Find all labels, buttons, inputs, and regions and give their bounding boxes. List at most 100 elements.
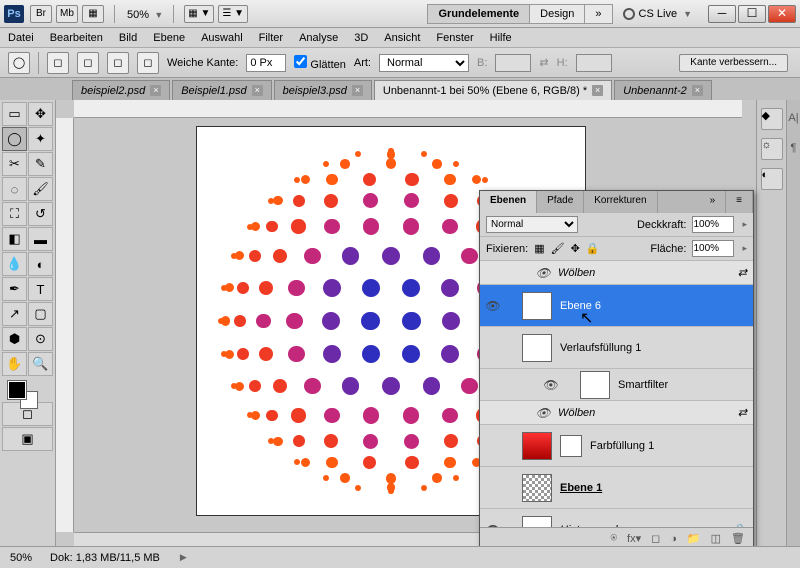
visibility-icon[interactable]: 👁 (486, 299, 500, 313)
panel-icon-layers[interactable]: ◆ (761, 108, 783, 130)
document-tab[interactable]: beispiel3.psd× (274, 80, 372, 100)
paragraph-icon[interactable]: ¶ (791, 142, 797, 154)
tab-corrections[interactable]: Korrekturen (584, 191, 657, 213)
tool-move[interactable]: ✥ (28, 102, 53, 126)
menu-view[interactable]: Ansicht (384, 32, 420, 44)
panel-icon-adjust[interactable]: ☼ (761, 138, 783, 160)
layer-row[interactable]: Farbfüllung 1 (480, 425, 753, 467)
cs-live[interactable]: CS Live▼ (623, 8, 692, 20)
tool-gradient[interactable]: ▬ (28, 227, 53, 251)
color-swatches[interactable] (2, 377, 53, 411)
tool-pen[interactable]: ✒ (2, 277, 27, 301)
menu-edit[interactable]: Bearbeiten (50, 32, 103, 44)
visibility-icon[interactable]: 👁 (536, 266, 550, 280)
tool-zoom[interactable]: 🔍 (28, 352, 53, 376)
lock-all-icon[interactable]: 🔒 (586, 242, 600, 255)
tool-marquee-ellipse[interactable]: ◯ (2, 127, 27, 151)
style-select[interactable]: Normal (379, 54, 469, 72)
layer-row[interactable]: 👁Ebene 6 (480, 285, 753, 327)
filter-toggle-icon[interactable]: ⇄ (738, 406, 747, 419)
fill-input[interactable] (692, 240, 734, 257)
arrange-button[interactable]: ☰ ▼ (218, 5, 248, 23)
mask-icon[interactable]: ◻ (651, 532, 660, 545)
typography-icon[interactable]: A| (788, 112, 798, 124)
tab-layers[interactable]: Ebenen (480, 191, 537, 213)
tool-crop[interactable]: ✂ (2, 152, 27, 176)
tool-marquee-rect[interactable]: ▭ (2, 102, 27, 126)
menu-file[interactable]: Datei (8, 32, 34, 44)
menu-3d[interactable]: 3D (354, 32, 368, 44)
menu-filter[interactable]: Filter (259, 32, 283, 44)
tool-hand[interactable]: ✋ (2, 352, 27, 376)
visibility-icon[interactable] (486, 481, 500, 495)
layer-row[interactable]: 👁Smartfilter (480, 369, 753, 401)
visibility-icon[interactable]: 👁 (536, 406, 550, 420)
document-tab[interactable]: beispiel2.psd× (72, 80, 170, 100)
minibridge-button[interactable]: Mb (56, 5, 78, 23)
fx-icon[interactable]: fx▾ (627, 532, 641, 545)
tab-close-icon[interactable]: × (592, 85, 603, 96)
tool-wand[interactable]: ✦ (28, 127, 53, 151)
document-tab[interactable]: Beispiel1.psd× (172, 80, 271, 100)
tool-eraser[interactable]: ◧ (2, 227, 27, 251)
menu-analysis[interactable]: Analyse (299, 32, 338, 44)
menu-select[interactable]: Auswahl (201, 32, 243, 44)
tool-screenmode[interactable]: ▣ (2, 427, 53, 451)
tool-history[interactable]: ↺ (28, 202, 53, 226)
tab-close-icon[interactable]: × (352, 85, 363, 96)
menu-window[interactable]: Fenster (436, 32, 473, 44)
tool-3d[interactable]: ⬢ (2, 327, 27, 351)
maximize-button[interactable]: ☐ (738, 5, 766, 23)
tool-brush[interactable]: 🖌 (28, 177, 53, 201)
status-zoom[interactable]: 50% (10, 552, 32, 564)
panel-menu-icon[interactable]: ≡ (726, 191, 753, 213)
zoom-level[interactable]: 50% ▼ (127, 7, 163, 21)
visibility-icon[interactable]: 👁 (544, 378, 558, 392)
tab-paths[interactable]: Pfade (537, 191, 584, 213)
tool-type[interactable]: T (28, 277, 53, 301)
lock-transparency-icon[interactable]: ▦ (534, 242, 544, 255)
adjustment-icon[interactable]: ◑ (670, 533, 677, 545)
tool-eyedropper[interactable]: ✎ (28, 152, 53, 176)
delete-icon[interactable]: 🗑 (731, 532, 745, 545)
visibility-icon[interactable] (486, 439, 500, 453)
menu-image[interactable]: Bild (119, 32, 137, 44)
blend-mode-select[interactable]: Normal (486, 216, 578, 233)
workspace-essentials[interactable]: Grundelemente (427, 4, 530, 24)
visibility-icon[interactable] (486, 341, 500, 355)
tool-blur[interactable]: 💧 (2, 252, 27, 276)
status-doc[interactable]: Dok: 1,83 MB/11,5 MB (50, 552, 160, 564)
close-button[interactable]: ✕ (768, 5, 796, 23)
workspace-more[interactable]: » (584, 4, 612, 24)
workspace-design[interactable]: Design (529, 4, 585, 24)
tool-3dcam[interactable]: ⊙ (28, 327, 53, 351)
screen-mode-button[interactable]: ▦ (82, 5, 104, 23)
view-extras-button[interactable]: ▦ ▼ (184, 5, 214, 23)
new-layer-icon[interactable]: ◫ (711, 532, 721, 545)
tool-preset[interactable]: ◯ (8, 52, 30, 74)
lock-position-icon[interactable]: ✥ (571, 242, 580, 255)
layer-row[interactable]: 👁Wölben⇄ (480, 401, 753, 425)
tool-shape[interactable]: ▢ (28, 302, 53, 326)
link-layers-icon[interactable]: ⍟ (610, 532, 617, 545)
antialias-check[interactable]: Glätten (294, 55, 346, 71)
feather-input[interactable] (246, 54, 286, 72)
filter-toggle-icon[interactable]: ⇄ (738, 266, 747, 279)
panel-icon-styles[interactable]: ◐ (761, 168, 783, 190)
group-icon[interactable]: 📁 (687, 532, 701, 545)
tool-dodge[interactable]: ◐ (28, 252, 53, 276)
marquee-new[interactable]: ◻ (47, 52, 69, 74)
marquee-int[interactable]: ◻ (137, 52, 159, 74)
tool-stamp[interactable]: ⛶ (2, 202, 27, 226)
tab-close-icon[interactable]: × (692, 85, 703, 96)
tool-heal[interactable]: ◌ (2, 177, 27, 201)
panel-more-icon[interactable]: » (700, 191, 727, 213)
marquee-add[interactable]: ◻ (77, 52, 99, 74)
marquee-sub[interactable]: ◻ (107, 52, 129, 74)
menu-help[interactable]: Hilfe (490, 32, 512, 44)
layer-row[interactable]: 👁Hintergrund🔒 (480, 509, 753, 527)
bridge-button[interactable]: Br (30, 5, 52, 23)
layer-row[interactable]: 👁Wölben⇄ (480, 261, 753, 285)
document-tab[interactable]: Unbenannt-1 bei 50% (Ebene 6, RGB/8) *× (374, 80, 612, 100)
layer-row[interactable]: Ebene 1 (480, 467, 753, 509)
